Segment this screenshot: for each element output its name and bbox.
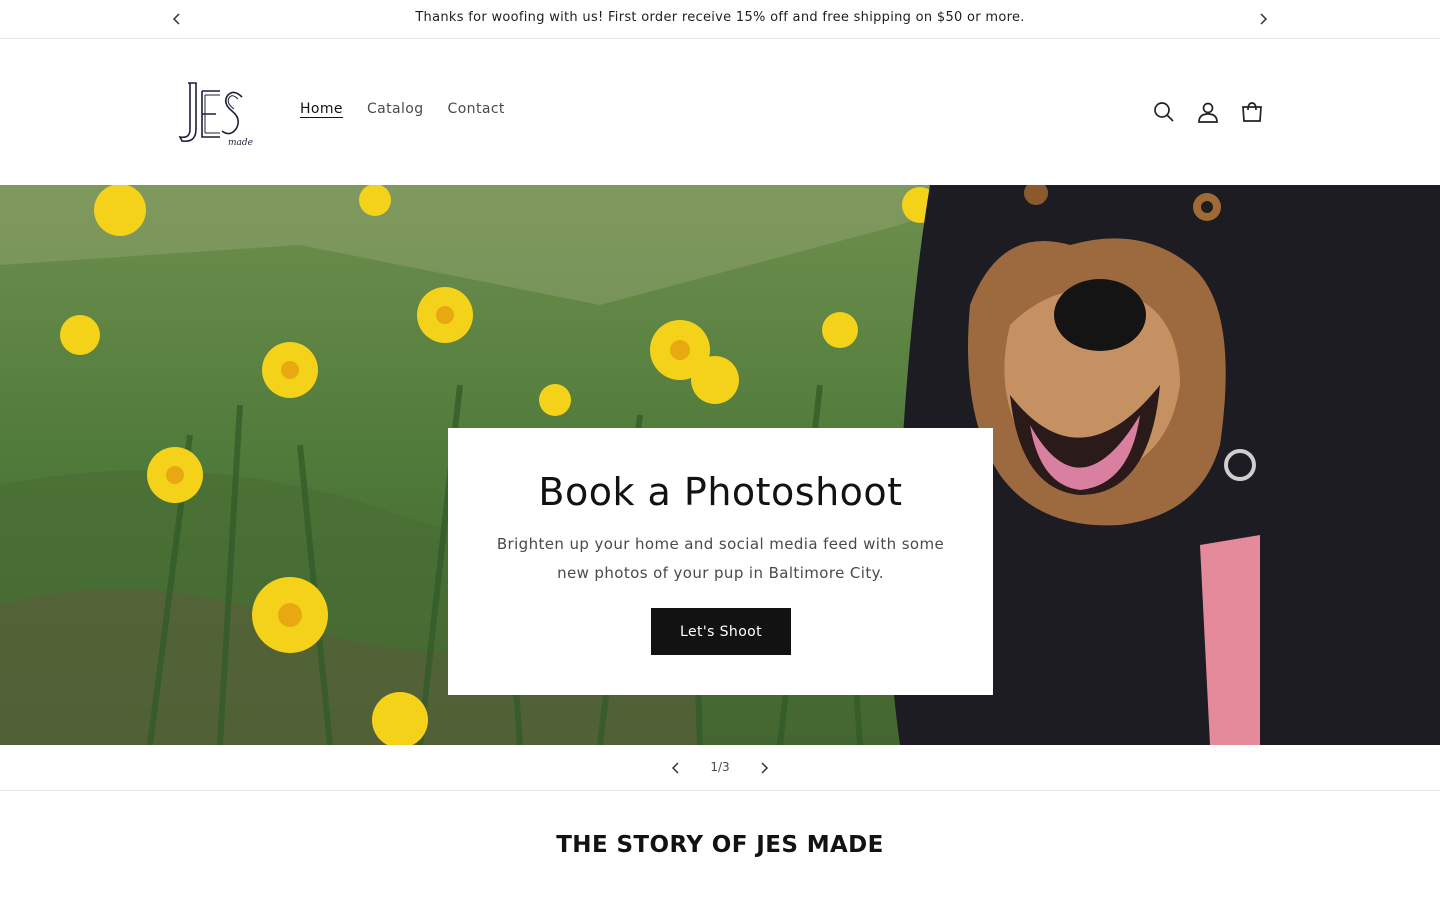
- account-icon: [1198, 102, 1218, 123]
- chevron-right-icon: [761, 762, 769, 774]
- nav-contact[interactable]: Contact: [448, 101, 505, 117]
- story-heading: THE STORY OF JES MADE: [556, 832, 884, 858]
- logo-subtext: made: [228, 138, 253, 147]
- site-header: made Home Catalog Contact: [0, 39, 1440, 185]
- main-nav: Home Catalog Contact: [300, 101, 529, 117]
- nav-home[interactable]: Home: [300, 101, 343, 117]
- slide-counter: 1/3: [710, 760, 730, 774]
- hero-title: Book a Photoshoot: [538, 470, 903, 514]
- slide-prev-button[interactable]: [666, 758, 686, 778]
- chevron-left-icon: [671, 762, 679, 774]
- cart-icon: [1242, 102, 1262, 122]
- hero-content-card: Book a Photoshoot Brighten up your home …: [448, 428, 993, 695]
- logo-graphic: made: [178, 82, 253, 148]
- site-logo[interactable]: made: [174, 79, 254, 148]
- header-icons: [1150, 99, 1282, 125]
- chevron-right-icon: [1260, 13, 1268, 25]
- announcement-text: Thanks for woofing with us! First order …: [415, 10, 1025, 25]
- slide-next-button[interactable]: [754, 758, 774, 778]
- hero-subtitle: Brighten up your home and social media f…: [496, 535, 945, 582]
- nav-catalog[interactable]: Catalog: [367, 101, 424, 117]
- search-button[interactable]: [1150, 99, 1178, 125]
- announcement-next-button[interactable]: [1253, 9, 1273, 29]
- slider-controls: 1/3: [0, 745, 1440, 791]
- account-button[interactable]: [1194, 99, 1222, 125]
- announcement-bar: Thanks for woofing with us! First order …: [0, 0, 1440, 39]
- hero-slideshow: Book a Photoshoot Brighten up your home …: [0, 185, 1440, 745]
- search-icon: [1154, 102, 1174, 122]
- cart-button[interactable]: [1238, 99, 1266, 125]
- lets-shoot-button[interactable]: Let's Shoot: [651, 608, 791, 655]
